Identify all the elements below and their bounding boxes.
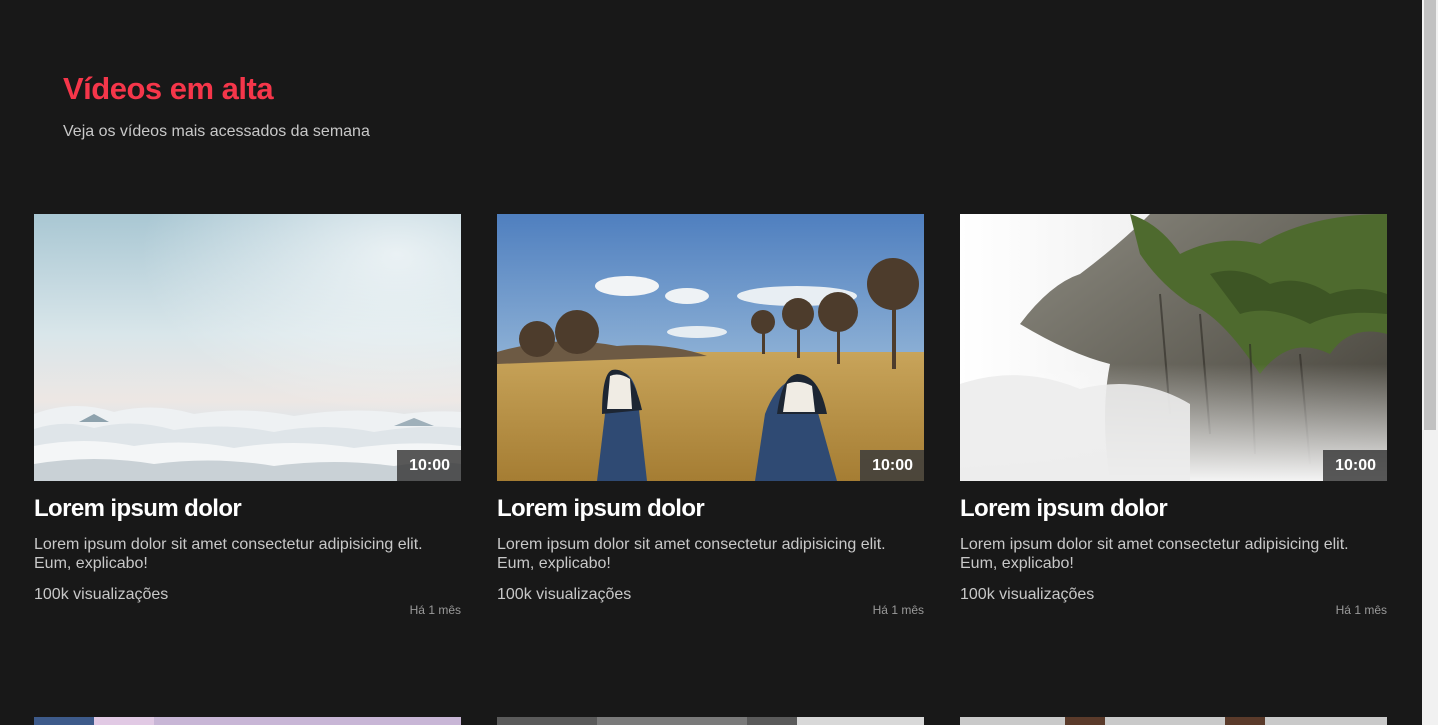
scrollbar-thumb[interactable] bbox=[1424, 0, 1436, 430]
video-date: Há 1 mês bbox=[1335, 603, 1387, 617]
wood-image bbox=[960, 717, 1387, 725]
clouds-sky-image bbox=[34, 214, 461, 481]
video-views: 100k visualizações bbox=[34, 586, 169, 603]
gray-scene-image bbox=[497, 717, 924, 725]
video-thumbnail-partial[interactable] bbox=[34, 717, 461, 725]
page-title: Vídeos em alta bbox=[63, 71, 274, 106]
duration-badge: 10:00 bbox=[860, 450, 924, 481]
video-card[interactable]: 10:00 Lorem ipsum dolor Lorem ipsum dolo… bbox=[960, 214, 1387, 617]
video-views: 100k visualizações bbox=[960, 586, 1095, 603]
page: Vídeos em alta Veja os vídeos mais acess… bbox=[0, 0, 1422, 725]
video-thumbnail-clouds[interactable]: 10:00 bbox=[34, 214, 461, 481]
video-description: Lorem ipsum dolor sit amet consectetur a… bbox=[34, 536, 423, 572]
page-subtitle: Veja os vídeos mais acessados da semana bbox=[63, 123, 370, 140]
video-thumbnail-partial[interactable] bbox=[497, 717, 924, 725]
video-thumbnail-cliff[interactable]: 10:00 bbox=[960, 214, 1387, 481]
video-card[interactable]: 10:00 Lorem ipsum dolor Lorem ipsum dolo… bbox=[497, 214, 924, 617]
video-date: Há 1 mês bbox=[872, 603, 924, 617]
video-title[interactable]: Lorem ipsum dolor bbox=[497, 495, 924, 523]
city-image bbox=[34, 717, 461, 725]
video-description: Lorem ipsum dolor sit amet consectetur a… bbox=[497, 536, 886, 572]
video-views: 100k visualizações bbox=[497, 586, 632, 603]
section-header: Vídeos em alta Veja os vídeos mais acess… bbox=[63, 70, 370, 142]
sneakers-field-image bbox=[497, 214, 924, 481]
video-title[interactable]: Lorem ipsum dolor bbox=[34, 495, 461, 523]
video-thumbnail-partial[interactable] bbox=[960, 717, 1387, 725]
vertical-scrollbar[interactable] bbox=[1422, 0, 1438, 725]
video-title[interactable]: Lorem ipsum dolor bbox=[960, 495, 1387, 523]
video-thumbnail-field[interactable]: 10:00 bbox=[497, 214, 924, 481]
video-card[interactable]: 10:00 Lorem ipsum dolor Lorem ipsum dolo… bbox=[34, 214, 461, 617]
duration-badge: 10:00 bbox=[1323, 450, 1387, 481]
video-description: Lorem ipsum dolor sit amet consectetur a… bbox=[960, 536, 1349, 572]
duration-badge: 10:00 bbox=[397, 450, 461, 481]
misty-cliff-image bbox=[960, 214, 1387, 481]
video-date: Há 1 mês bbox=[409, 603, 461, 617]
